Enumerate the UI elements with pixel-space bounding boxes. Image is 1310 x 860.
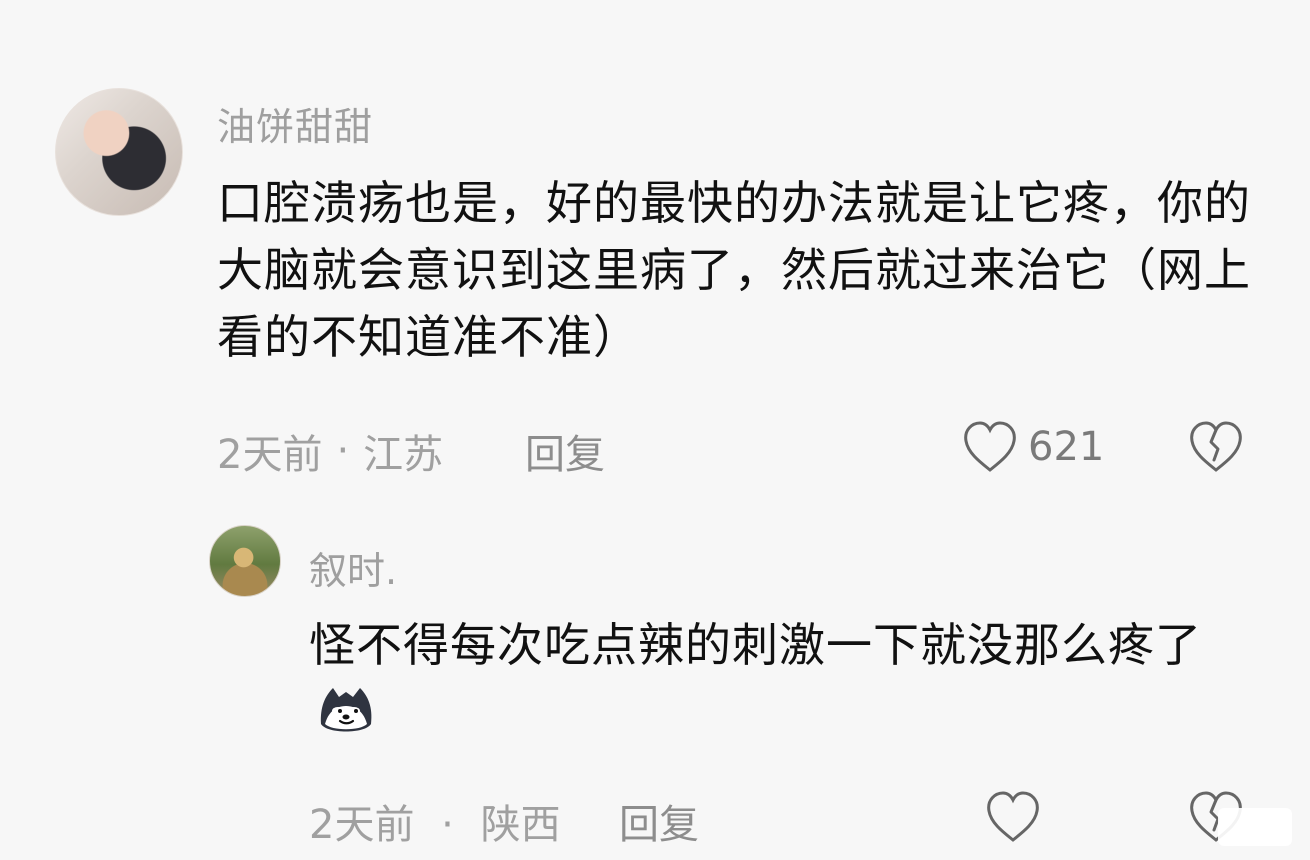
separator-dot: · [441, 802, 454, 848]
comment-time: 2天前 [217, 432, 323, 478]
broken-heart-icon[interactable] [1188, 420, 1244, 474]
heart-icon [985, 790, 1041, 844]
doge-emoji-icon [313, 680, 379, 738]
like-button[interactable] [985, 790, 1049, 844]
like-count: 621 [1028, 424, 1105, 470]
comment-item: 油饼甜甜 口腔溃疡也是，好的最快的办法就是让它疼，你的大脑就会意识到这里病了，然… [0, 0, 1310, 500]
comment-meta: 2天前 · 江苏 [217, 422, 443, 480]
comment-time: 2天前 [309, 802, 415, 848]
comment-location: 陕西 [480, 802, 561, 848]
reply-button[interactable]: 回复 [619, 792, 699, 850]
comment-text-wrap: 怪不得每次吃点辣的刺激一下就没那么疼了 [309, 612, 1269, 746]
comment-username[interactable]: 叙时. [309, 540, 397, 595]
comment-location: 江苏 [363, 432, 444, 478]
comment-text: 怪不得每次吃点辣的刺激一下就没那么疼了 [309, 618, 1202, 672]
heart-icon [962, 420, 1018, 474]
comment-text: 口腔溃疡也是，好的最快的办法就是让它疼，你的大脑就会意识到这里病了，然后就过来治… [217, 176, 1251, 364]
watermark-overlay [1218, 808, 1292, 846]
avatar[interactable] [209, 525, 281, 597]
avatar[interactable] [55, 88, 183, 216]
reply-comment-item: 叙时. 怪不得每次吃点辣的刺激一下就没那么疼了 2天前 · 陕西 回复 [0, 500, 1310, 860]
comment-username[interactable]: 油饼甜甜 [217, 96, 373, 151]
comment-meta: 2天前 · 陕西 [309, 792, 561, 850]
like-button[interactable]: 621 [962, 420, 1104, 474]
separator-dot: · [336, 428, 350, 474]
reply-button[interactable]: 回复 [525, 422, 605, 480]
